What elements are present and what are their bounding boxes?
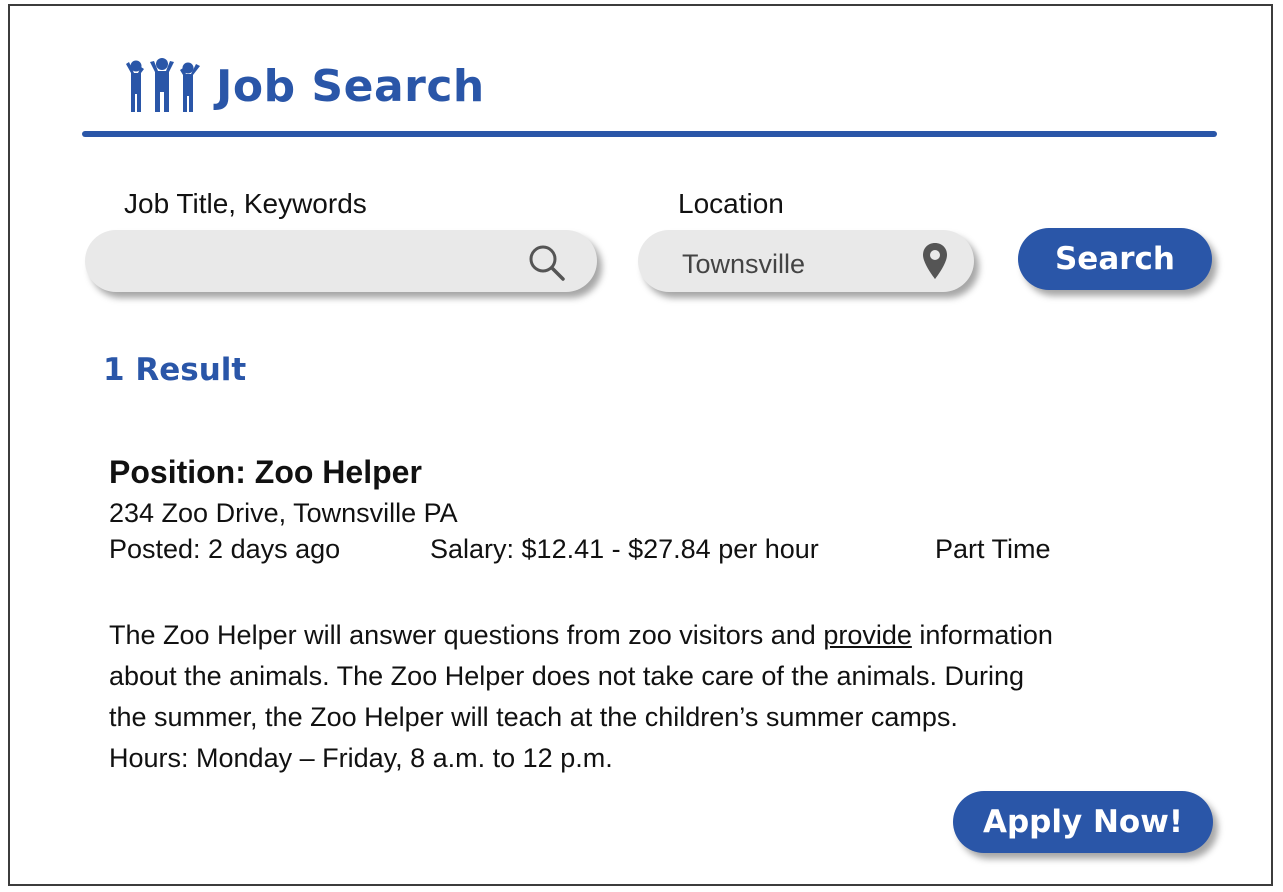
job-type: Part Time bbox=[935, 534, 1051, 564]
keywords-input[interactable] bbox=[85, 230, 597, 292]
keywords-label: Job Title, Keywords bbox=[124, 188, 367, 219]
position-title: Position: Zoo Helper bbox=[109, 454, 422, 490]
location-value: Townsville bbox=[682, 249, 806, 279]
page-frame: Job Search Job Title, Keywords Location … bbox=[8, 4, 1273, 886]
job-address: 234 Zoo Drive, Townsville PA bbox=[109, 498, 458, 528]
app-title: Job Search bbox=[216, 60, 485, 112]
location-label: Location bbox=[678, 188, 784, 219]
description-text: The Zoo Helper will answer questions fro… bbox=[109, 620, 824, 650]
description-line: the summer, the Zoo Helper will teach at… bbox=[109, 702, 958, 732]
apply-now-button[interactable]: Apply Now! bbox=[953, 791, 1213, 853]
search-icon[interactable] bbox=[527, 243, 567, 288]
hours-line: Hours: Monday – Friday, 8 a.m. to 12 p.m… bbox=[109, 743, 613, 773]
search-button[interactable]: Search bbox=[1018, 228, 1212, 290]
location-input[interactable]: Townsville bbox=[638, 230, 974, 292]
description-text: information bbox=[911, 620, 1053, 650]
result-count: 1 Result bbox=[103, 352, 247, 388]
provide-link[interactable]: provide bbox=[823, 620, 912, 650]
description-line: The Zoo Helper will answer questions fro… bbox=[109, 615, 1229, 656]
map-pin-icon bbox=[922, 242, 948, 285]
description-line: about the animals. The Zoo Helper does n… bbox=[109, 661, 1025, 691]
salary-range: Salary: $12.41 - $27.84 per hour bbox=[430, 534, 819, 564]
header-divider bbox=[82, 131, 1217, 137]
app-header: Job Search bbox=[124, 58, 485, 114]
job-description: The Zoo Helper will answer questions fro… bbox=[109, 615, 1229, 779]
people-group-icon bbox=[124, 58, 202, 114]
posted-date: Posted: 2 days ago bbox=[109, 534, 341, 564]
